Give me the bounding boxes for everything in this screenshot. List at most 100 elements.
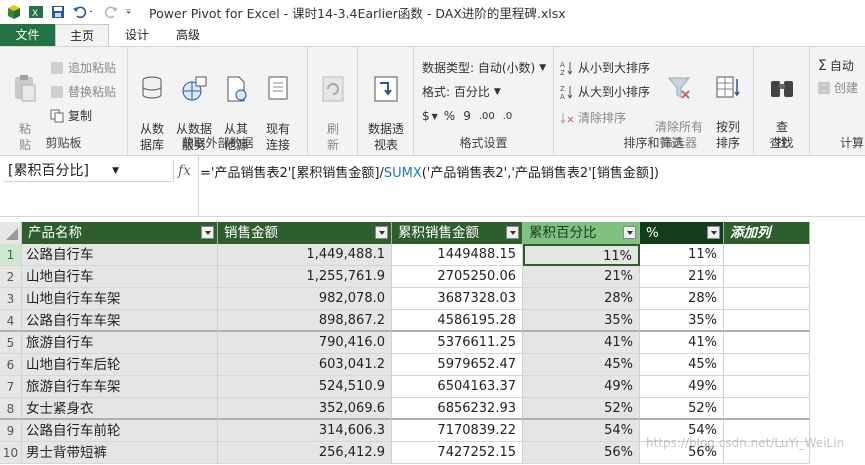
cell-add-column[interactable]: [724, 376, 810, 398]
cell-cumulative-sales[interactable]: 7427252.15: [392, 442, 523, 464]
cell-product-name[interactable]: 旅游自行车车架: [22, 376, 218, 398]
cell-cumulative-sales[interactable]: 5979652.47: [392, 354, 523, 376]
filter-dropdown-icon[interactable]: [623, 226, 636, 239]
cell-cumulative-sales[interactable]: 5376611.25: [392, 332, 523, 354]
row-number[interactable]: 7: [0, 376, 22, 398]
cell-add-column[interactable]: [724, 354, 810, 376]
replace-paste-button[interactable]: 替换粘贴: [50, 83, 116, 100]
cell-add-column[interactable]: [724, 398, 810, 420]
column-header-product-name[interactable]: 产品名称: [22, 222, 218, 244]
cell-cumulative-sales[interactable]: 6504163.37: [392, 376, 523, 398]
customize-toolbar-icon[interactable]: [125, 4, 135, 20]
sort-ascending-button[interactable]: AZ 从小到大排序: [560, 59, 650, 76]
filter-dropdown-icon[interactable]: [707, 226, 720, 239]
cell-product-name[interactable]: 公路自行车前轮: [22, 420, 218, 442]
cell-cumulative-percent[interactable]: 41%: [523, 332, 640, 354]
cell-product-name[interactable]: 公路自行车: [22, 244, 218, 266]
cell-sales-amount[interactable]: 603,041.2: [218, 354, 392, 376]
formula-input[interactable]: ='产品销售表2'[累积销售金额]/SUMX('产品销售表2','产品销售表2'…: [200, 162, 659, 181]
cell-cumulative-percent[interactable]: 56%: [523, 442, 640, 464]
cell-add-column[interactable]: [724, 244, 810, 266]
cell-add-column[interactable]: [724, 310, 810, 332]
cell-sales-amount[interactable]: 982,078.0: [218, 288, 392, 310]
cell-product-name[interactable]: 公路自行车车架: [22, 310, 218, 332]
decrease-decimal-button[interactable]: .0: [503, 111, 513, 122]
chevron-down-icon[interactable]: ▼: [112, 160, 119, 182]
cell-cumulative-sales[interactable]: 6856232.93: [392, 398, 523, 420]
column-header-cumulative-percent[interactable]: 累积百分比: [523, 222, 640, 244]
redo-icon[interactable]: [103, 4, 119, 20]
fx-icon[interactable]: fx: [178, 160, 198, 182]
cell-cumulative-percent[interactable]: 21%: [523, 266, 640, 288]
column-header-percent[interactable]: %: [640, 222, 724, 244]
cell-cumulative-sales[interactable]: 4586195.28: [392, 310, 523, 332]
name-box[interactable]: [累积百分比] ▼: [4, 160, 174, 182]
excel-icon[interactable]: X: [28, 4, 44, 20]
cell-cumulative-percent[interactable]: 52%: [523, 398, 640, 420]
cell-cumulative-percent[interactable]: 45%: [523, 354, 640, 376]
cell-add-column[interactable]: [724, 332, 810, 354]
increase-decimal-button[interactable]: .00: [479, 111, 495, 122]
cell-percent[interactable]: 11%: [640, 244, 724, 266]
append-paste-button[interactable]: 追加粘贴: [50, 59, 116, 76]
undo-dropdown-icon[interactable]: [89, 4, 97, 20]
row-number[interactable]: 3: [0, 288, 22, 310]
tab-home[interactable]: 主页: [55, 24, 109, 46]
cell-percent[interactable]: 35%: [640, 310, 724, 332]
cell-sales-amount[interactable]: 256,412.9: [218, 442, 392, 464]
row-number[interactable]: 8: [0, 398, 22, 420]
filter-dropdown-icon[interactable]: [375, 226, 388, 239]
cell-cumulative-sales[interactable]: 7170839.22: [392, 420, 523, 442]
filter-dropdown-icon[interactable]: [506, 226, 519, 239]
row-number[interactable]: 2: [0, 266, 22, 288]
cell-product-name[interactable]: 男士背带短裤: [22, 442, 218, 464]
undo-icon[interactable]: [72, 4, 88, 20]
cell-sales-amount[interactable]: 790,416.0: [218, 332, 392, 354]
copy-button[interactable]: 复制: [50, 107, 92, 124]
pivot-table-button[interactable]: 数据透 视表: [364, 59, 408, 153]
tab-advanced[interactable]: 高级: [166, 24, 210, 46]
cell-cumulative-percent[interactable]: 35%: [523, 310, 640, 332]
filter-dropdown-icon[interactable]: [201, 226, 214, 239]
cell-sales-amount[interactable]: 1,449,488.1: [218, 244, 392, 266]
cell-add-column[interactable]: [724, 288, 810, 310]
cell-percent[interactable]: 49%: [640, 376, 724, 398]
format-dropdown[interactable]: 格式: 百分比 ▼: [422, 83, 501, 100]
tab-file[interactable]: 文件: [0, 24, 55, 46]
column-header-add-column[interactable]: 添加列: [724, 222, 810, 244]
create-kpi-button[interactable]: 创建: [818, 79, 858, 96]
cell-add-column[interactable]: [724, 266, 810, 288]
column-header-sales-amount[interactable]: 销售金额: [218, 222, 392, 244]
currency-button[interactable]: $: [422, 109, 430, 123]
cell-percent[interactable]: 21%: [640, 266, 724, 288]
refresh-button[interactable]: 刷 新: [316, 59, 350, 153]
cell-cumulative-percent[interactable]: 54%: [523, 420, 640, 442]
comma-button[interactable]: 9: [463, 109, 471, 123]
autosum-button[interactable]: Σ 自动: [818, 57, 854, 74]
cell-cumulative-sales[interactable]: 1449488.15: [392, 244, 523, 266]
cell-sales-amount[interactable]: 524,510.9: [218, 376, 392, 398]
cell-product-name[interactable]: 山地自行车: [22, 266, 218, 288]
clear-sort-button[interactable]: 清除排序: [560, 109, 626, 126]
cell-percent[interactable]: 52%: [640, 398, 724, 420]
cell-cumulative-percent[interactable]: 28%: [523, 288, 640, 310]
cell-cumulative-sales[interactable]: 2705250.06: [392, 266, 523, 288]
cell-product-name[interactable]: 女士紧身衣: [22, 398, 218, 420]
cell-product-name[interactable]: 旅游自行车: [22, 332, 218, 354]
select-all-corner[interactable]: [0, 222, 22, 244]
cell-cumulative-percent[interactable]: 11%: [523, 244, 640, 266]
row-number[interactable]: 6: [0, 354, 22, 376]
cell-product-name[interactable]: 山地自行车后轮: [22, 354, 218, 376]
row-number[interactable]: 4: [0, 310, 22, 332]
cell-cumulative-percent[interactable]: 49%: [523, 376, 640, 398]
column-header-cumulative-sales[interactable]: 累积销售金额: [392, 222, 523, 244]
cell-percent[interactable]: 28%: [640, 288, 724, 310]
percent-button[interactable]: %: [444, 109, 455, 123]
row-number[interactable]: 10: [0, 442, 22, 464]
row-number[interactable]: 1: [0, 244, 22, 266]
cell-cumulative-sales[interactable]: 3687328.03: [392, 288, 523, 310]
row-number[interactable]: 9: [0, 420, 22, 442]
cell-sales-amount[interactable]: 1,255,761.9: [218, 266, 392, 288]
cell-sales-amount[interactable]: 898,867.2: [218, 310, 392, 332]
cell-percent[interactable]: 41%: [640, 332, 724, 354]
